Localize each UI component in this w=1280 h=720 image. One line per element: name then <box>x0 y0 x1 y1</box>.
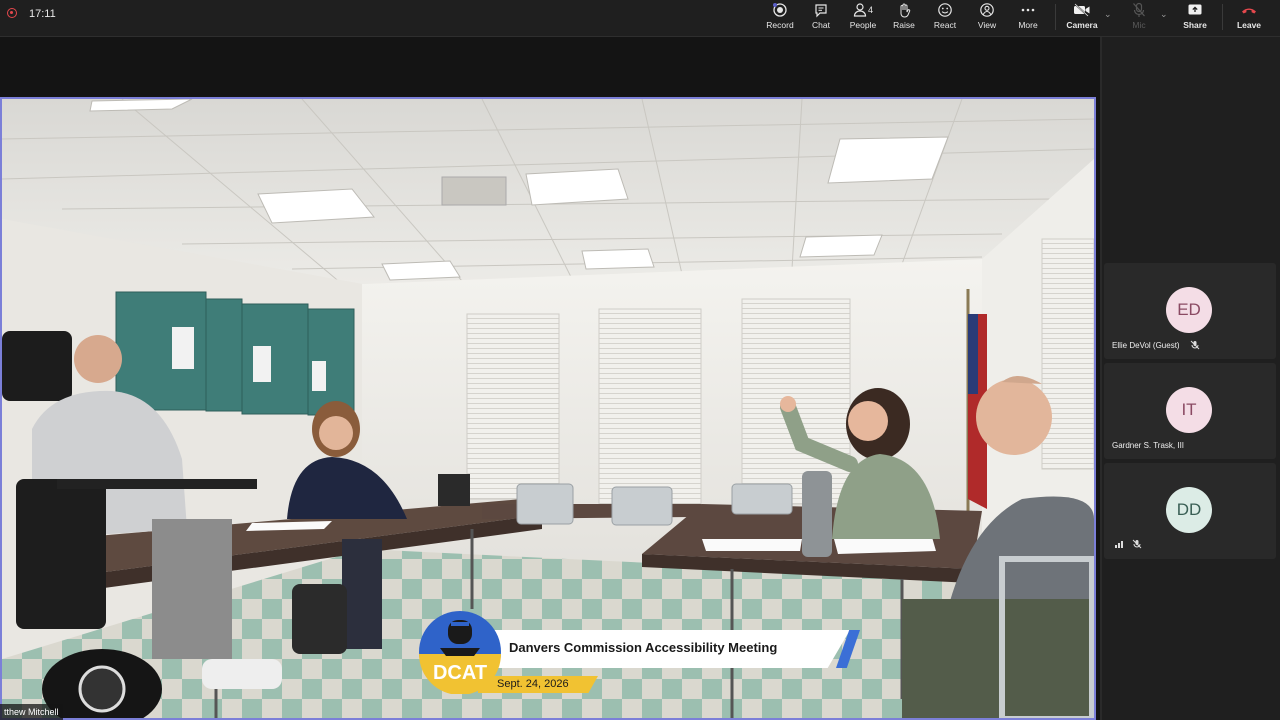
view-label: View <box>977 20 997 30</box>
camera-button[interactable]: Camera <box>1066 0 1098 36</box>
camera-label: Camera <box>1066 20 1098 30</box>
camera-icon <box>1073 1 1091 19</box>
camera-options-chevron-icon[interactable]: ⌄ <box>1104 9 1112 20</box>
record-button[interactable]: Record <box>765 0 795 36</box>
mic-button[interactable]: Mic <box>1126 0 1152 36</box>
dcat-logo-text: DCAT <box>433 662 487 684</box>
avatar: ED <box>1166 287 1212 333</box>
raise-label: Raise <box>893 20 915 30</box>
avatar: DD <box>1166 487 1212 533</box>
leave-label: Leave <box>1236 20 1262 30</box>
participant-tile-dd[interactable]: DD <box>1104 463 1276 559</box>
react-smiley-icon <box>937 1 953 19</box>
leave-button[interactable]: Leave <box>1235 0 1263 36</box>
chat-button[interactable]: Chat <box>808 0 834 36</box>
toolbar-separator <box>1222 4 1223 30</box>
people-button[interactable]: 4 People <box>848 0 878 36</box>
avatar: IT <box>1166 387 1212 433</box>
mic-label: Mic <box>1132 20 1146 30</box>
active-speaker-video[interactable] <box>0 97 1096 720</box>
mic-options-chevron-icon[interactable]: ⌄ <box>1160 9 1168 20</box>
more-label: More <box>1018 20 1038 30</box>
speaker-name-tag: tthew Mitchell <box>0 704 63 720</box>
more-dots-icon <box>1020 1 1036 19</box>
participant-tile-ellie[interactable]: ED Ellie DeVol (Guest) <box>1104 263 1276 359</box>
mic-muted-icon <box>1190 340 1200 350</box>
meeting-room-scene <box>2 99 1094 718</box>
record-icon <box>772 1 788 19</box>
more-button[interactable]: More <box>1016 0 1040 36</box>
signal-bars-icon <box>1115 541 1123 548</box>
people-icon: 4 <box>853 1 873 19</box>
hang-up-phone-icon <box>1240 1 1258 19</box>
record-label: Record <box>766 20 794 30</box>
lower-third-title: Danvers Commission Accessibility Meeting <box>509 640 778 655</box>
recording-indicator-icon <box>7 8 17 18</box>
participant-tile-gardner[interactable]: IT Gardner S. Trask, III <box>1104 363 1276 459</box>
mic-muted-icon <box>1132 539 1142 549</box>
react-label: React <box>933 20 957 30</box>
toolbar-separator <box>1055 4 1056 30</box>
share-button[interactable]: Share <box>1182 0 1208 36</box>
react-button[interactable]: React <box>933 0 957 36</box>
participant-name: Ellie DeVol (Guest) <box>1112 341 1180 350</box>
share-label: Share <box>1183 20 1207 30</box>
meeting-timer: 17:11 <box>29 8 56 20</box>
lower-third-date: Sept. 24, 2026 <box>497 678 569 690</box>
mic-off-icon <box>1132 1 1146 19</box>
people-label: People <box>849 20 877 30</box>
view-button[interactable]: View <box>975 0 999 36</box>
participant-name: Gardner S. Trask, III <box>1112 441 1185 450</box>
raise-hand-button[interactable]: Raise <box>892 0 916 36</box>
share-screen-icon <box>1187 1 1203 19</box>
chat-label: Chat <box>812 20 830 30</box>
view-icon <box>979 1 995 19</box>
meeting-toolbar: 17:11 Record Chat 4 People Raise React V… <box>0 0 1280 37</box>
raise-hand-icon <box>897 1 911 19</box>
dcat-logo: DCAT <box>418 610 502 695</box>
chat-icon <box>813 1 829 19</box>
people-count: 4 <box>867 5 873 15</box>
